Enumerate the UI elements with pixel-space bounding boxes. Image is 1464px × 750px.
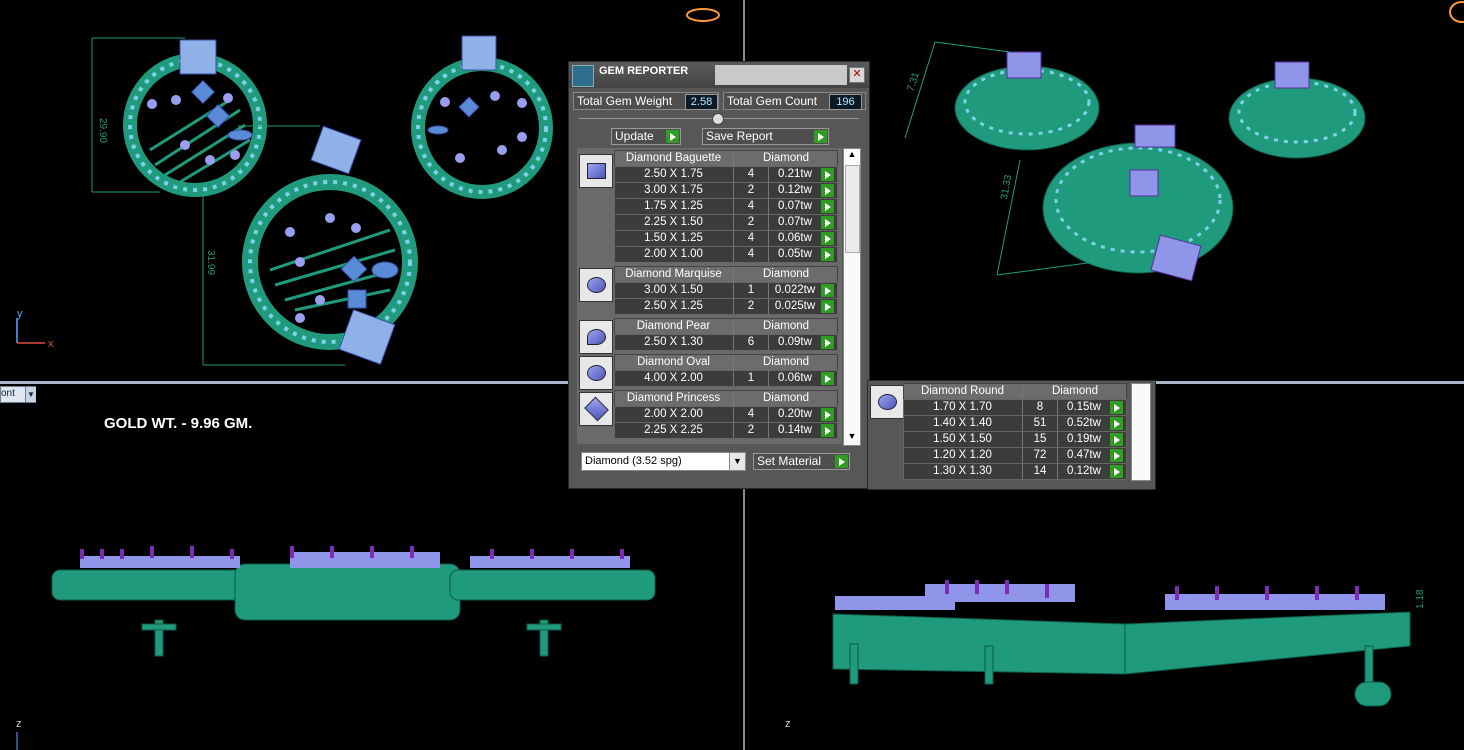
round-list-scrollbar[interactable] xyxy=(1131,383,1151,481)
gem-reporter-panel: GEM REPORTER ✕ Total Gem Weight 2.58 Tot… xyxy=(568,61,870,489)
marquise-gem-icon xyxy=(579,268,613,302)
gem-list-scrollbar[interactable]: ▲ ▼ xyxy=(843,148,861,446)
gem-row[interactable]: 2.50 X 1.75 4 0.21tw xyxy=(614,166,838,183)
set-material-button[interactable]: Set Material xyxy=(753,453,850,470)
nav-cube-icon xyxy=(686,8,720,22)
gem-row[interactable]: 1.75 X 1.25 4 0.07tw xyxy=(614,198,838,215)
pear-gem-icon xyxy=(579,320,613,354)
axis-z-label: z xyxy=(16,718,22,730)
select-gem-button[interactable] xyxy=(821,284,834,297)
axis-y-label: y xyxy=(17,308,23,320)
axis-x-label: x xyxy=(48,338,54,350)
group-header: Diamond Princess Diamond xyxy=(614,390,838,407)
gem-row[interactable]: 2.25 X 1.50 2 0.07tw xyxy=(614,214,838,231)
select-gem-button[interactable] xyxy=(821,336,834,349)
gold-weight-label: GOLD WT. - 9.96 GM. xyxy=(104,415,253,432)
select-gem-button[interactable] xyxy=(821,424,834,437)
gem-row[interactable]: 4.00 X 2.00 1 0.06tw xyxy=(614,370,838,387)
baguette-gem-icon xyxy=(579,154,613,188)
dim-2: 31.33 xyxy=(999,174,1014,201)
axis-gizmo xyxy=(16,318,45,344)
gem-row[interactable]: 1.20 X 1.20 72 0.47tw xyxy=(903,447,1127,464)
gem-row[interactable]: 1.50 X 1.25 4 0.06tw xyxy=(614,230,838,247)
splitter-handle[interactable] xyxy=(712,113,724,125)
dim-height: 1.18 xyxy=(1415,589,1426,609)
select-gem-button[interactable] xyxy=(821,216,834,229)
dim-vertical-2: 31.99 xyxy=(205,250,216,275)
round-gem-icon xyxy=(870,385,904,419)
group-header: Diamond Round Diamond xyxy=(903,383,1127,400)
select-gem-button[interactable] xyxy=(1110,449,1123,462)
scroll-down-icon[interactable]: ▼ xyxy=(844,431,860,445)
select-gem-button[interactable] xyxy=(821,372,834,385)
view-dropdown-label: ont xyxy=(1,388,15,399)
chevron-down-icon[interactable]: ▼ xyxy=(25,387,36,402)
group-header: Diamond Marquise Diamond xyxy=(614,266,838,283)
select-gem-button[interactable] xyxy=(1110,433,1123,446)
select-gem-button[interactable] xyxy=(821,248,834,261)
oval-gem-icon xyxy=(579,356,613,390)
scroll-thumb[interactable] xyxy=(845,165,860,253)
total-gem-count-value: 196 xyxy=(829,94,862,110)
total-gem-weight-value: 2.58 xyxy=(685,94,718,110)
group-header: Diamond Pear Diamond xyxy=(614,318,838,335)
select-gem-button[interactable] xyxy=(821,408,834,421)
gem-row[interactable]: 1.30 X 1.30 14 0.12tw xyxy=(903,463,1127,480)
play-icon xyxy=(666,130,679,143)
view-dropdown[interactable]: ont ▼ xyxy=(0,386,36,403)
gem-reporter-logo-icon xyxy=(572,65,594,87)
select-gem-button[interactable] xyxy=(821,200,834,213)
round-gem-panel: Diamond Round Diamond 1.70 X 1.70 8 0.15tw … xyxy=(867,380,1156,490)
gem-row[interactable]: 3.00 X 1.75 2 0.12tw xyxy=(614,182,838,199)
select-gem-button[interactable] xyxy=(821,168,834,181)
group-header: Diamond Oval Diamond xyxy=(614,354,838,371)
select-gem-button[interactable] xyxy=(821,232,834,245)
gem-row[interactable]: 3.00 X 1.50 1 0.022tw xyxy=(614,282,838,299)
gem-row[interactable]: 1.50 X 1.50 15 0.19tw xyxy=(903,431,1127,448)
gem-row[interactable]: 2.50 X 1.30 6 0.09tw xyxy=(614,334,838,351)
select-gem-button[interactable] xyxy=(1110,401,1123,414)
axis-z-label: z xyxy=(785,718,791,730)
gem-row[interactable]: 2.00 X 2.00 4 0.20tw xyxy=(614,406,838,423)
chevron-down-icon[interactable]: ▼ xyxy=(729,453,745,470)
material-select[interactable]: Diamond (3.52 spg) ▼ xyxy=(581,452,746,471)
play-icon xyxy=(814,130,827,143)
gem-row[interactable]: 2.25 X 2.25 2 0.14tw xyxy=(614,422,838,439)
close-icon[interactable]: ✕ xyxy=(849,67,865,83)
dim-vertical-1: 29.90 xyxy=(97,118,108,143)
gem-list[interactable]: Diamond Baguette Diamond 2.50 X 1.75 4 0.21… xyxy=(577,148,842,444)
princess-gem-icon xyxy=(579,392,613,426)
save-report-button[interactable]: Save Report xyxy=(702,128,829,145)
play-icon xyxy=(835,455,848,468)
select-gem-button[interactable] xyxy=(1110,417,1123,430)
gem-row[interactable]: 2.00 X 1.00 4 0.05tw xyxy=(614,246,838,263)
select-gem-button[interactable] xyxy=(821,300,834,313)
gem-row[interactable]: 2.50 X 1.25 2 0.025tw xyxy=(614,298,838,315)
select-gem-button[interactable] xyxy=(1110,465,1123,478)
update-button[interactable]: Update xyxy=(611,128,681,145)
select-gem-button[interactable] xyxy=(821,184,834,197)
gem-row[interactable]: 1.70 X 1.70 8 0.15tw xyxy=(903,399,1127,416)
gem-row[interactable]: 1.40 X 1.40 51 0.52tw xyxy=(903,415,1127,432)
dim-1: 7.31 xyxy=(905,71,922,93)
title-bar[interactable]: GEM REPORTER ✕ xyxy=(569,62,869,88)
group-header: Diamond Baguette Diamond xyxy=(614,150,838,167)
panel-title: GEM REPORTER xyxy=(599,65,689,77)
scroll-up-icon[interactable]: ▲ xyxy=(844,149,860,163)
nav-cube-icon xyxy=(1449,1,1464,23)
